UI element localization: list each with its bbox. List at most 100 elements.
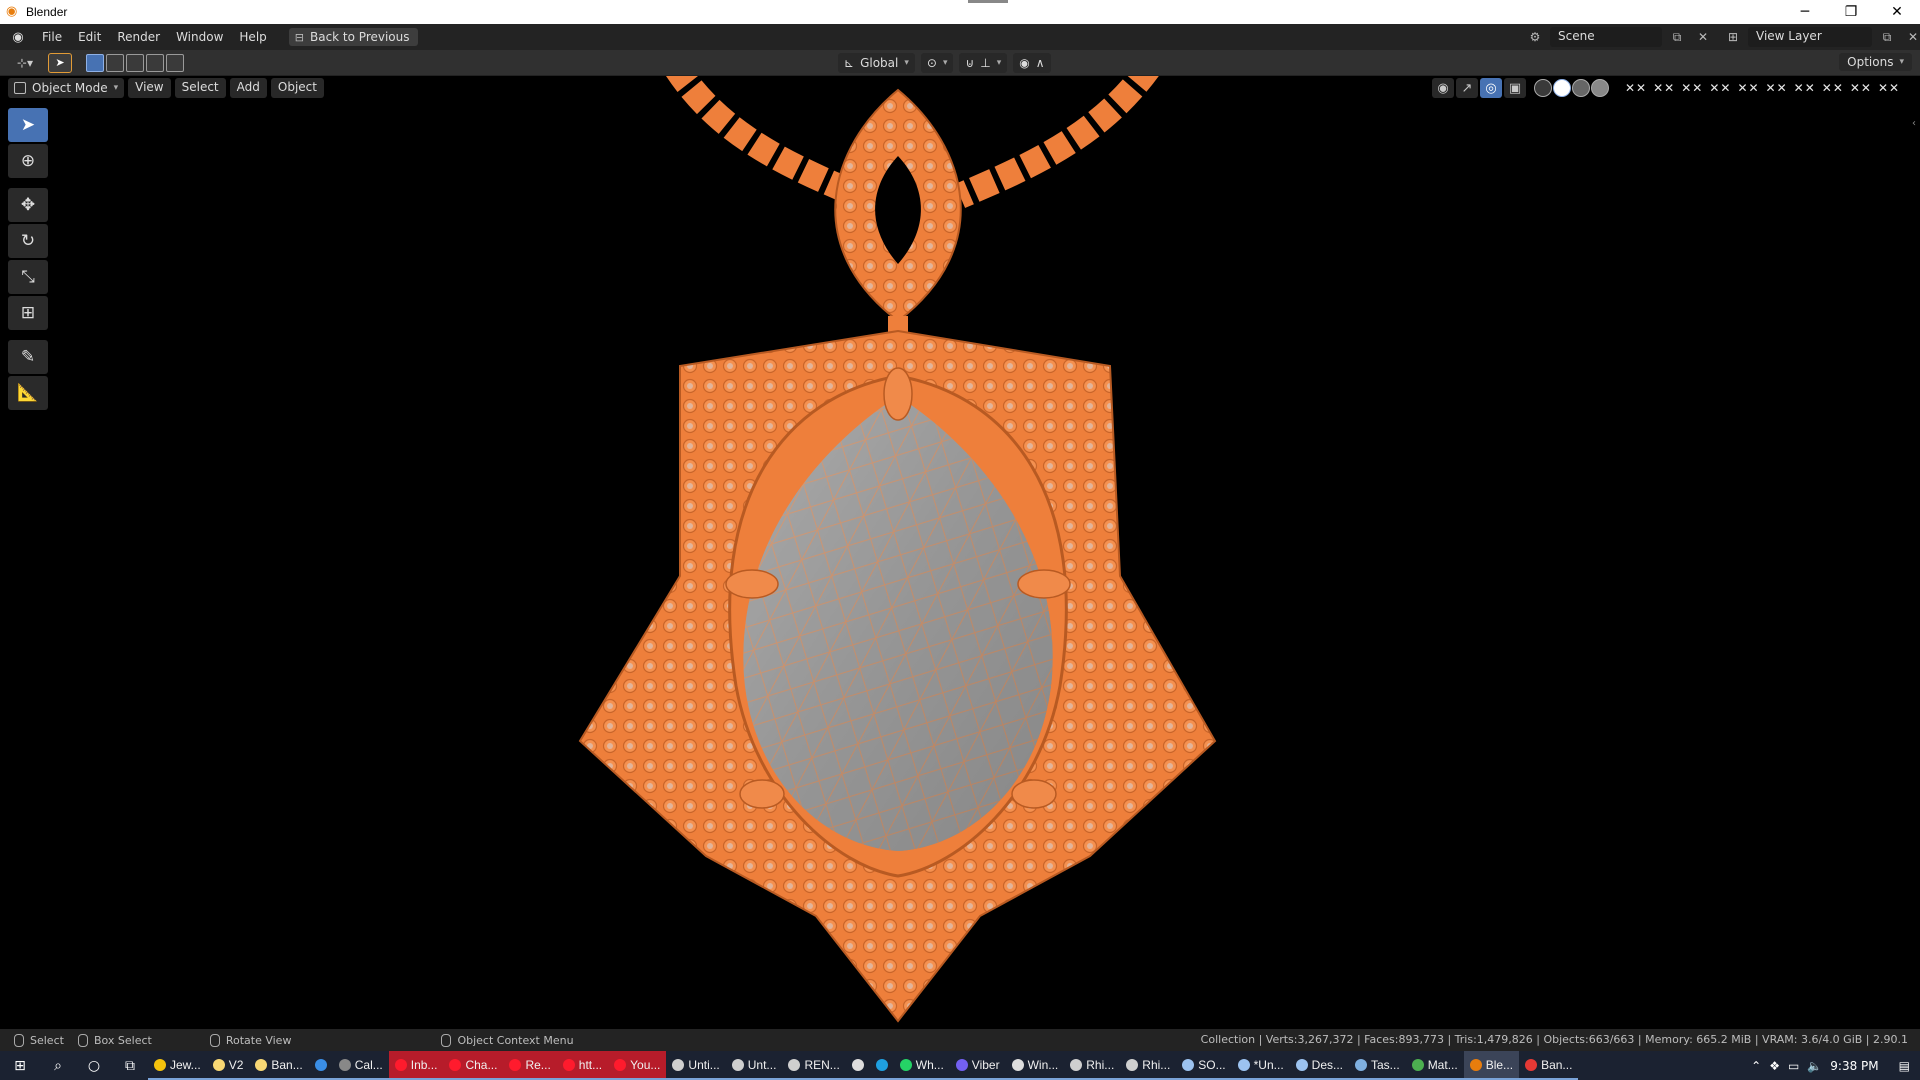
taskbar-app-button[interactable]: Cal... bbox=[332, 1051, 389, 1080]
menu-edit[interactable]: Edit bbox=[70, 27, 109, 47]
search-icon[interactable]: ⌕ bbox=[40, 1051, 76, 1080]
editor-type-icon[interactable]: ⊹▾ bbox=[10, 53, 40, 73]
xray-icon[interactable]: ▣ bbox=[1504, 78, 1526, 98]
minimize-button[interactable]: ─ bbox=[1782, 0, 1828, 24]
3d-viewport[interactable] bbox=[0, 76, 1920, 1027]
taskbar-app-button[interactable]: SO... bbox=[1176, 1051, 1232, 1080]
annotate-tool-icon[interactable]: ✎ bbox=[8, 340, 48, 374]
select-invert-icon[interactable] bbox=[146, 53, 164, 72]
measure-tool-icon[interactable]: 📐 bbox=[8, 376, 48, 410]
overlays-icon[interactable]: ◎ bbox=[1480, 78, 1502, 98]
drag-handle[interactable] bbox=[968, 0, 1008, 3]
gizmo-icon[interactable]: ↗ bbox=[1456, 78, 1478, 98]
taskbar-app-button[interactable]: Ble... bbox=[1463, 1051, 1520, 1080]
delete-view-layer-icon[interactable]: ✕ bbox=[1902, 30, 1920, 44]
delete-scene-icon[interactable]: ✕ bbox=[1692, 30, 1714, 44]
new-scene-icon[interactable]: ⧉ bbox=[1666, 30, 1688, 45]
move-tool-icon[interactable]: ✥ bbox=[8, 188, 48, 222]
taskbar-app-button[interactable]: Mat... bbox=[1405, 1051, 1464, 1080]
sidebar-toggle-icon[interactable]: ‹ bbox=[1912, 118, 1916, 129]
taskbar-app-button[interactable]: *Un... bbox=[1231, 1051, 1290, 1080]
cursor-tool-icon[interactable]: ⊕ bbox=[8, 144, 48, 178]
taskbar-app-label: Win... bbox=[1027, 1057, 1059, 1072]
visibility-eye-icon[interactable]: ◉ bbox=[1432, 78, 1454, 98]
select-new-icon[interactable] bbox=[86, 53, 104, 72]
snap-dropdown[interactable]: ⊍ ⊥ ▾ bbox=[959, 53, 1008, 73]
taskbar-app-button[interactable]: Des... bbox=[1289, 1051, 1349, 1080]
scene-name-field[interactable]: Scene bbox=[1550, 27, 1662, 47]
menu-help[interactable]: Help bbox=[231, 27, 274, 47]
object-mode-dropdown[interactable]: Object Mode ▾ bbox=[8, 78, 125, 98]
selection-mode-group bbox=[86, 53, 184, 72]
notifications-icon[interactable]: ▤ bbox=[1899, 1059, 1910, 1073]
taskbar-app-button[interactable]: You... bbox=[608, 1051, 667, 1080]
dropbox-icon[interactable]: ❖ bbox=[1769, 1059, 1780, 1073]
blender-logo-icon[interactable]: ◉ bbox=[8, 27, 28, 47]
pivot-dropdown[interactable]: ⊙ ▾ bbox=[920, 53, 954, 73]
cortana-icon[interactable]: ○ bbox=[76, 1051, 112, 1080]
taskbar-app-button[interactable]: REN... bbox=[782, 1051, 846, 1080]
menu-render[interactable]: Render bbox=[109, 27, 168, 47]
select-box-tool-icon[interactable]: ➤ bbox=[8, 108, 48, 142]
taskbar-app-button[interactable]: Viber bbox=[949, 1051, 1006, 1080]
taskbar-app-button[interactable]: Wh... bbox=[893, 1051, 950, 1080]
taskbar-app-button[interactable]: Cha... bbox=[443, 1051, 504, 1080]
taskbar-app-button[interactable]: Inb... bbox=[388, 1051, 444, 1080]
taskbar-app-button[interactable]: Unti... bbox=[666, 1051, 726, 1080]
clock[interactable]: 9:38 PM bbox=[1830, 1059, 1878, 1073]
taskbar-app-button[interactable] bbox=[845, 1051, 870, 1080]
scene-icon[interactable]: ⚙ bbox=[1524, 30, 1546, 44]
wireframe-shading-icon[interactable] bbox=[1534, 79, 1552, 97]
select-subtract-icon[interactable] bbox=[126, 53, 144, 72]
viewport-menu-view[interactable]: View bbox=[128, 78, 171, 98]
taskbar-app-button[interactable]: Tas... bbox=[1349, 1051, 1406, 1080]
back-to-previous-button[interactable]: ⊟ Back to Previous bbox=[288, 28, 418, 46]
taskbar-app-button[interactable]: htt... bbox=[556, 1051, 609, 1080]
close-window-button[interactable]: ✕ bbox=[1874, 0, 1920, 24]
menu-file[interactable]: File bbox=[34, 27, 70, 47]
taskbar-app-button[interactable]: Ban... bbox=[1519, 1051, 1579, 1080]
restore-button[interactable]: ❐ bbox=[1828, 0, 1874, 24]
taskbar-app-button[interactable]: Jew... bbox=[148, 1051, 207, 1080]
rotate-tool-icon[interactable]: ↻ bbox=[8, 224, 48, 258]
view-layer-icon[interactable]: ⊞ bbox=[1722, 30, 1744, 44]
new-view-layer-icon[interactable]: ⧉ bbox=[1876, 30, 1898, 45]
viewport-menu-add[interactable]: Add bbox=[229, 78, 267, 98]
material-shading-icon[interactable] bbox=[1572, 79, 1590, 97]
taskbar-app-button[interactable] bbox=[869, 1051, 894, 1080]
tray-expand-icon[interactable]: ⌃ bbox=[1751, 1059, 1761, 1073]
task-view-icon[interactable]: ⧉ bbox=[112, 1051, 148, 1080]
scale-tool-icon[interactable]: ⤡ bbox=[8, 260, 48, 294]
solid-shading-icon[interactable] bbox=[1553, 79, 1571, 97]
windows-taskbar: ⊞ ⌕ ○ ⧉ Jew... V2 Ban... Cal... Inb... Cha...… bbox=[0, 1051, 1920, 1080]
rendered-shading-icon[interactable] bbox=[1591, 79, 1609, 97]
taskbar-app-button[interactable]: Rhi... bbox=[1120, 1051, 1177, 1080]
taskbar-app-button[interactable]: Re... bbox=[503, 1051, 557, 1080]
middle-mouse-icon bbox=[209, 1033, 220, 1047]
taskbar-app-label: Viber bbox=[971, 1057, 1000, 1072]
viewport-menu-select[interactable]: Select bbox=[174, 78, 226, 98]
view-layer-field[interactable]: View Layer bbox=[1748, 27, 1872, 47]
volume-icon[interactable]: 🔈 bbox=[1807, 1059, 1822, 1073]
select-intersect-icon[interactable] bbox=[166, 53, 184, 72]
active-tool-icon[interactable]: ➤ bbox=[48, 52, 72, 73]
viewport-menu-object[interactable]: Object bbox=[270, 78, 324, 98]
orientation-dropdown[interactable]: ⊾ Global ▾ bbox=[838, 53, 915, 73]
taskbar-app-button[interactable]: V2 bbox=[206, 1051, 250, 1080]
transform-orientation: ⊾ Global ▾ ⊙ ▾ ⊍ ⊥ ▾ ◉ ∧ bbox=[838, 53, 1051, 73]
taskbar-app-button[interactable]: Win... bbox=[1005, 1051, 1065, 1080]
windows-start-icon[interactable]: ⊞ bbox=[0, 1051, 40, 1080]
select-extend-icon[interactable] bbox=[106, 53, 124, 72]
network-icon[interactable]: ▭ bbox=[1788, 1059, 1799, 1073]
taskbar-app-label: SO... bbox=[1198, 1057, 1226, 1072]
taskbar-app-label: Tas... bbox=[1371, 1057, 1400, 1072]
taskbar-app-button[interactable]: Unt... bbox=[725, 1051, 783, 1080]
taskbar-app-button[interactable]: Ban... bbox=[249, 1051, 309, 1080]
taskbar-app-label: Des... bbox=[1311, 1057, 1343, 1072]
transform-tool-icon[interactable]: ⊞ bbox=[8, 296, 48, 330]
menu-window[interactable]: Window bbox=[168, 27, 231, 47]
options-dropdown[interactable]: Options ▾ bbox=[1839, 53, 1912, 71]
taskbar-app-button[interactable] bbox=[308, 1051, 333, 1080]
proportional-edit-dropdown[interactable]: ◉ ∧ bbox=[1013, 53, 1051, 73]
taskbar-app-button[interactable]: Rhi... bbox=[1064, 1051, 1121, 1080]
